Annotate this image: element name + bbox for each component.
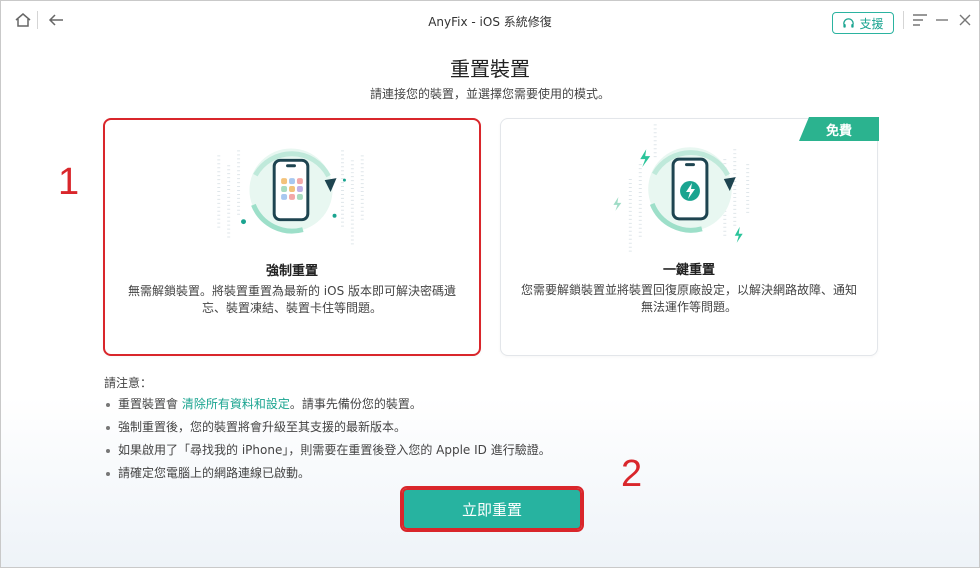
note-text: 。請事先備份您的裝置。 xyxy=(289,397,422,411)
card-title: 強制重置 xyxy=(265,264,318,279)
note-text: 請確定您電腦上的網路連線已啟動。 xyxy=(118,466,311,480)
menu-icon[interactable] xyxy=(909,9,931,31)
card-description: 您需要解鎖裝置並將裝置回復原廠設定，以解決網路故障、通知無法運作等問題。 xyxy=(520,283,857,314)
force-reset-illustration xyxy=(217,148,364,245)
card-title: 一鍵重置 xyxy=(662,263,715,278)
note-highlight: 清除所有資料和設定 xyxy=(181,397,290,411)
one-click-reset-illustration xyxy=(613,124,750,254)
note-item: 請確定您電腦上的網路連線已啟動。 xyxy=(104,466,551,489)
card-description: 無需解鎖裝置。將裝置重置為最新的 iOS 版本即可解決密碼遺忘、裝置凍結、裝置卡… xyxy=(127,284,457,315)
note-item: 重置裝置會 清除所有資料和設定。請事先備份您的裝置。 xyxy=(104,397,551,420)
support-button[interactable]: 支援 xyxy=(832,12,894,34)
divider xyxy=(903,11,904,29)
note-text: 如果啟用了「尋找我的 iPhone」，則需要在重置後登入您的 Apple ID … xyxy=(118,443,551,457)
minimize-icon[interactable] xyxy=(931,9,953,31)
title-bar: AnyFix - iOS 系統修復 支援 xyxy=(1,1,979,41)
headset-icon xyxy=(843,17,855,28)
annotation-step-1: 1 xyxy=(58,161,80,203)
close-icon[interactable] xyxy=(954,9,976,31)
page-subtitle: 請連接您的裝置，並選擇您需要使用的模式。 xyxy=(369,87,610,101)
annotation-step-2: 2 xyxy=(621,453,643,495)
note-text: 重置裝置會 xyxy=(118,397,182,411)
page-title: 重置裝置 xyxy=(450,57,530,81)
notes-title: 請注意： xyxy=(104,376,153,390)
one-click-reset-card[interactable]: 免費 一鍵重置 您需要解鎖裝置並將裝置回復原廠設定，以解決網路故障、通知無法運作… xyxy=(500,117,879,356)
support-label: 支援 xyxy=(859,16,884,31)
force-reset-card[interactable]: 強制重置 無需解鎖裝置。將裝置重置為最新的 iOS 版本即可解決密碼遺忘、裝置凍… xyxy=(103,118,481,356)
note-text: 強制重置後，您的裝置將會升級至其支援的最新版本。 xyxy=(118,420,407,434)
app-window: AnyFix - iOS 系統修復 支援 重置裝置 請連接您的裝置，並選擇您需要… xyxy=(0,0,980,568)
reset-now-button[interactable]: 立即重置 xyxy=(400,486,584,532)
note-item: 如果啟用了「尋找我的 iPhone」，則需要在重置後登入您的 Apple ID … xyxy=(104,443,551,466)
note-item: 強制重置後，您的裝置將會升級至其支援的最新版本。 xyxy=(104,420,551,443)
notes-list: 重置裝置會 清除所有資料和設定。請事先備份您的裝置。 強制重置後，您的裝置將會升… xyxy=(104,397,551,489)
